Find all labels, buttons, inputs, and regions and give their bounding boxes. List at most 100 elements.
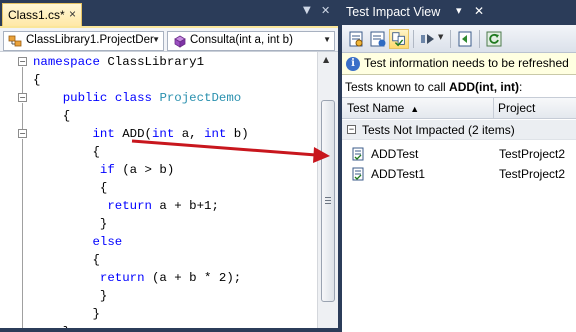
test-list-header: Test Name ▲ Project: [342, 97, 576, 119]
type-combo[interactable]: ClassLibrary1.ProjectDer ▼: [3, 31, 164, 51]
code-line: }: [0, 215, 317, 233]
code-line: if (a > b): [0, 161, 317, 179]
member-combo[interactable]: Consulta(int a, int b) ▼: [167, 31, 335, 51]
run-tests-icon[interactable]: [418, 29, 438, 49]
code-editor[interactable]: − − − namespace ClassLibrary1{ public cl…: [0, 52, 317, 328]
code-line: {: [0, 179, 317, 197]
keyword-token: int: [204, 127, 227, 141]
code-line: }: [0, 305, 317, 323]
column-test-name-label: Test Name: [347, 101, 405, 115]
code-line: }: [0, 287, 317, 305]
refresh-info-bar[interactable]: i Test information needs to be refreshed: [342, 53, 576, 75]
group-not-impacted[interactable]: − Tests Not Impacted (2 items): [342, 120, 576, 140]
type-token: ProjectDemo: [159, 91, 242, 105]
code-token: }: [33, 289, 108, 303]
known-method: ADD(int, int): [449, 80, 520, 94]
code-line: return (a + b * 2);: [0, 269, 317, 287]
navigation-bar: ClassLibrary1.ProjectDer ▼ Consulta(int …: [0, 26, 338, 52]
show-impacted-tests-icon[interactable]: [346, 29, 366, 49]
grip-icon: [325, 197, 331, 204]
run-dropdown-icon[interactable]: ▼: [438, 33, 443, 41]
code-token: {: [33, 181, 108, 195]
test-name: ADDTest1: [371, 167, 426, 181]
code-token: (a + b * 2);: [144, 271, 242, 285]
chevron-down-icon: ▼: [152, 35, 160, 44]
code-line: {: [0, 251, 317, 269]
sort-ascending-icon: ▲: [407, 104, 420, 114]
code-token: }: [33, 217, 108, 231]
test-impact-toolbar: ▼: [342, 25, 576, 53]
tool-window-title-bar[interactable]: Test Impact View ▾ ✕: [342, 0, 576, 25]
vertical-scrollbar[interactable]: ▲: [317, 52, 338, 328]
editor-tab-strip: Class1.cs* × ▼ ✕: [0, 0, 338, 26]
code-line: return a + b+1;: [0, 197, 317, 215]
test-project: TestProject2: [499, 147, 566, 161]
code-line: else: [0, 233, 317, 251]
chevron-down-icon: ▼: [323, 35, 331, 44]
column-test-name[interactable]: Test Name ▲: [347, 101, 419, 115]
keyword-token: int: [152, 127, 175, 141]
known-tests-label: Tests known to call ADD(int, int):: [345, 80, 522, 94]
code-token: }: [33, 307, 100, 321]
tab-list-dropdown-icon[interactable]: ▼: [303, 5, 311, 16]
keyword-token: return: [99, 271, 145, 285]
close-icon[interactable]: ✕: [474, 4, 484, 18]
code-token: ClassLibrary1: [99, 55, 205, 69]
dropdown-icon[interactable]: ▾: [456, 4, 462, 17]
group-label: Tests Not Impacted (2 items): [362, 123, 515, 137]
code-token: {: [33, 109, 71, 123]
test-row[interactable]: ADDTest TestProject2: [342, 144, 576, 164]
ide-window: Class1.cs* × ▼ ✕ ClassLibrary1.ProjectDe…: [0, 0, 576, 332]
code-line: namespace ClassLibrary1: [0, 53, 317, 71]
scroll-up-icon[interactable]: ▲: [323, 55, 329, 64]
toolbar-separator: [413, 30, 414, 48]
info-message: Test information needs to be refreshed: [364, 56, 569, 70]
toolbar-separator: [479, 30, 480, 48]
tool-window-title: Test Impact View: [346, 5, 441, 19]
class-icon: [8, 35, 22, 47]
document-tab-class1[interactable]: Class1.cs* ×: [2, 3, 82, 26]
code-line: int ADD(int a, int b): [0, 125, 317, 143]
code-line: {: [0, 107, 317, 125]
type-combo-value: ClassLibrary1.ProjectDer: [26, 34, 154, 46]
document-tab-label: Class1.cs*: [8, 8, 65, 22]
code-token: {: [33, 145, 100, 159]
show-calling-tests-icon[interactable]: [389, 29, 409, 49]
show-code-changes-icon[interactable]: [368, 29, 388, 49]
keyword-token: int: [92, 127, 115, 141]
info-icon: i: [346, 57, 360, 71]
keyword-token: public: [62, 91, 108, 105]
test-icon: [352, 167, 364, 181]
keyword-token: else: [92, 235, 123, 249]
code-line: public class ProjectDemo: [0, 89, 317, 107]
code-token: a,: [174, 127, 205, 141]
test-row[interactable]: ADDTest1 TestProject2: [342, 164, 576, 184]
column-divider[interactable]: [493, 98, 494, 119]
toolbar-separator: [450, 30, 451, 48]
code-token: b): [226, 127, 249, 141]
method-icon: [174, 35, 186, 48]
go-to-test-icon[interactable]: [455, 29, 475, 49]
close-document-icon[interactable]: ✕: [321, 4, 330, 17]
keyword-token: return: [107, 199, 152, 213]
column-project[interactable]: Project: [498, 101, 535, 115]
test-project: TestProject2: [499, 167, 566, 181]
code-token: {: [33, 73, 41, 87]
code-token: }: [33, 325, 70, 328]
scrollbar-thumb[interactable]: [321, 100, 335, 302]
code-line: {: [0, 143, 317, 161]
test-list-panel: Tests known to call ADD(int, int): Test …: [342, 75, 576, 332]
collapse-group-icon[interactable]: −: [347, 125, 356, 134]
test-impact-window: Test Impact View ▾ ✕ ▼ i Test informatio…: [342, 0, 576, 332]
member-combo-value: Consulta(int a, int b): [190, 34, 293, 46]
refresh-icon[interactable]: [484, 29, 504, 49]
close-tab-icon[interactable]: ×: [69, 7, 76, 21]
test-name: ADDTest: [371, 147, 419, 161]
